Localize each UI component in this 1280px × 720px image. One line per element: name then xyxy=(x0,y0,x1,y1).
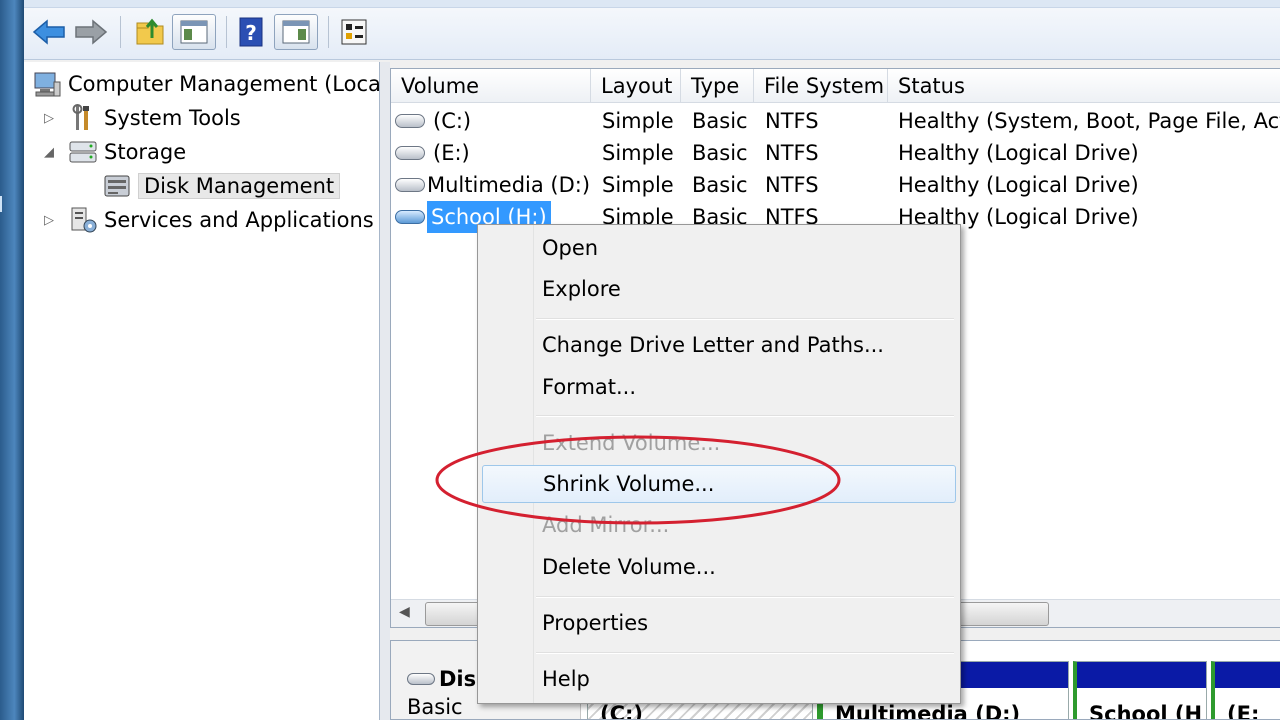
partition-label: Multimedia (D:) xyxy=(835,702,1021,720)
services-icon xyxy=(68,206,98,234)
menu-separator xyxy=(536,596,954,598)
toolbar: ? xyxy=(24,0,1280,60)
fs-cell: NTFS xyxy=(765,141,819,165)
column-header-layout[interactable]: Layout xyxy=(591,69,681,103)
menu-item-change-drive-letter[interactable]: Change Drive Letter and Paths... xyxy=(482,326,956,364)
menu-item-extend-volume: Extend Volume... xyxy=(542,431,721,455)
volume-cell: (C:) xyxy=(395,105,471,137)
volume-name: Multimedia (D:) xyxy=(427,173,591,197)
menu-item-help[interactable]: Help xyxy=(482,660,956,698)
tree-item-system-tools[interactable]: ▷ System Tools xyxy=(44,102,241,134)
volume-name: (E:) xyxy=(433,141,470,165)
list-header: Volume Layout Type File System Status xyxy=(391,69,1280,103)
up-folder-icon[interactable] xyxy=(132,14,168,50)
computer-management-icon xyxy=(32,70,62,98)
disk-icon xyxy=(407,673,435,685)
drive-icon xyxy=(395,178,425,192)
tree-item-services-and-applications[interactable]: ▷ Services and Applications xyxy=(44,204,374,236)
tree-item-label: System Tools xyxy=(104,106,241,130)
storage-icon xyxy=(68,138,98,166)
pane-splitter[interactable] xyxy=(380,62,390,720)
tree-item-storage[interactable]: ◢ Storage xyxy=(44,136,186,168)
partition-block[interactable]: (E: xyxy=(1211,661,1280,720)
menu-separator xyxy=(536,652,954,654)
desktop-edge xyxy=(0,0,24,720)
volume-cell: Multimedia (D:) xyxy=(395,169,590,201)
help-icon[interactable]: ? xyxy=(234,14,268,50)
menu-item-delete-volume[interactable]: Delete Volume... xyxy=(482,548,956,586)
disk-management-icon xyxy=(102,172,132,200)
scroll-left-icon[interactable]: ◀ xyxy=(399,604,410,620)
drive-icon xyxy=(395,146,425,160)
toolbar-separator xyxy=(328,16,329,48)
expand-arrow-icon[interactable]: ▷ xyxy=(44,213,54,228)
tree-item-label: Disk Management xyxy=(138,173,341,199)
back-arrow-icon[interactable] xyxy=(30,14,68,50)
forward-arrow-icon[interactable] xyxy=(72,14,110,50)
tree-root-computer-management[interactable]: Computer Management (Local xyxy=(32,68,380,100)
partition-label: (E: xyxy=(1227,702,1260,720)
menu-bar-strip xyxy=(24,0,1280,8)
console-tree: Computer Management (Local ▷ System Tool… xyxy=(24,62,380,720)
toolbar-separator xyxy=(120,16,121,48)
column-header-volume[interactable]: Volume xyxy=(391,69,591,103)
table-row[interactable]: (C:) Simple Basic NTFS Healthy (System, … xyxy=(391,105,1280,137)
svg-text:?: ? xyxy=(245,21,257,45)
menu-separator xyxy=(536,415,954,417)
column-header-status[interactable]: Status xyxy=(888,69,1280,103)
partition-bar xyxy=(1077,662,1206,688)
column-header-file-system[interactable]: File System xyxy=(754,69,888,103)
type-cell: Basic xyxy=(692,173,748,197)
type-cell: Basic xyxy=(692,109,748,133)
menu-item-properties[interactable]: Properties xyxy=(482,604,956,642)
table-row[interactable]: (E:) Simple Basic NTFS Healthy (Logical … xyxy=(391,137,1280,169)
partition-label: (C:) xyxy=(600,702,644,720)
partition-block[interactable]: School (H xyxy=(1073,661,1207,720)
type-cell: Basic xyxy=(692,141,748,165)
menu-item-open[interactable]: Open xyxy=(482,229,956,267)
partition-bar xyxy=(1215,662,1280,688)
volume-cell: (E:) xyxy=(395,137,470,169)
volume-name: (C:) xyxy=(433,109,472,133)
menu-item-explore[interactable]: Explore xyxy=(482,270,956,308)
layout-cell: Simple xyxy=(602,141,674,165)
tree-root-label: Computer Management (Local xyxy=(68,72,380,96)
partition-label: School (H xyxy=(1089,702,1203,720)
fs-cell: NTFS xyxy=(765,109,819,133)
status-cell: Healthy (System, Boot, Page File, Active xyxy=(898,109,1280,133)
system-tools-icon xyxy=(68,104,98,132)
column-header-type[interactable]: Type xyxy=(681,69,754,103)
collapse-arrow-icon[interactable]: ◢ xyxy=(44,145,54,160)
layout-cell: Simple xyxy=(602,109,674,133)
table-row[interactable]: Multimedia (D:) Simple Basic NTFS Health… xyxy=(391,169,1280,201)
tree-item-label: Services and Applications xyxy=(104,208,374,232)
tree-item-disk-management[interactable]: Disk Management xyxy=(102,170,341,202)
menu-item-shrink-volume[interactable]: Shrink Volume... xyxy=(482,465,956,503)
toolbar-separator xyxy=(226,16,227,48)
status-cell: Healthy (Logical Drive) xyxy=(898,173,1139,197)
drive-icon xyxy=(395,210,425,224)
desktop-edge-mark xyxy=(0,196,6,212)
fs-cell: NTFS xyxy=(765,173,819,197)
layout-cell: Simple xyxy=(602,173,674,197)
context-menu: Open Explore Change Drive Letter and Pat… xyxy=(477,224,961,704)
expand-arrow-icon[interactable]: ▷ xyxy=(44,111,54,126)
show-hide-console-tree-icon[interactable] xyxy=(172,14,216,50)
action-pane-icon[interactable] xyxy=(274,14,318,50)
status-cell: Healthy (Logical Drive) xyxy=(898,141,1139,165)
menu-item-add-mirror: Add Mirror... xyxy=(542,513,670,537)
menu-item-format[interactable]: Format... xyxy=(482,368,956,406)
menu-separator xyxy=(536,318,954,320)
properties-icon[interactable] xyxy=(336,14,372,50)
tree-item-label: Storage xyxy=(104,140,187,164)
drive-icon xyxy=(395,114,425,128)
